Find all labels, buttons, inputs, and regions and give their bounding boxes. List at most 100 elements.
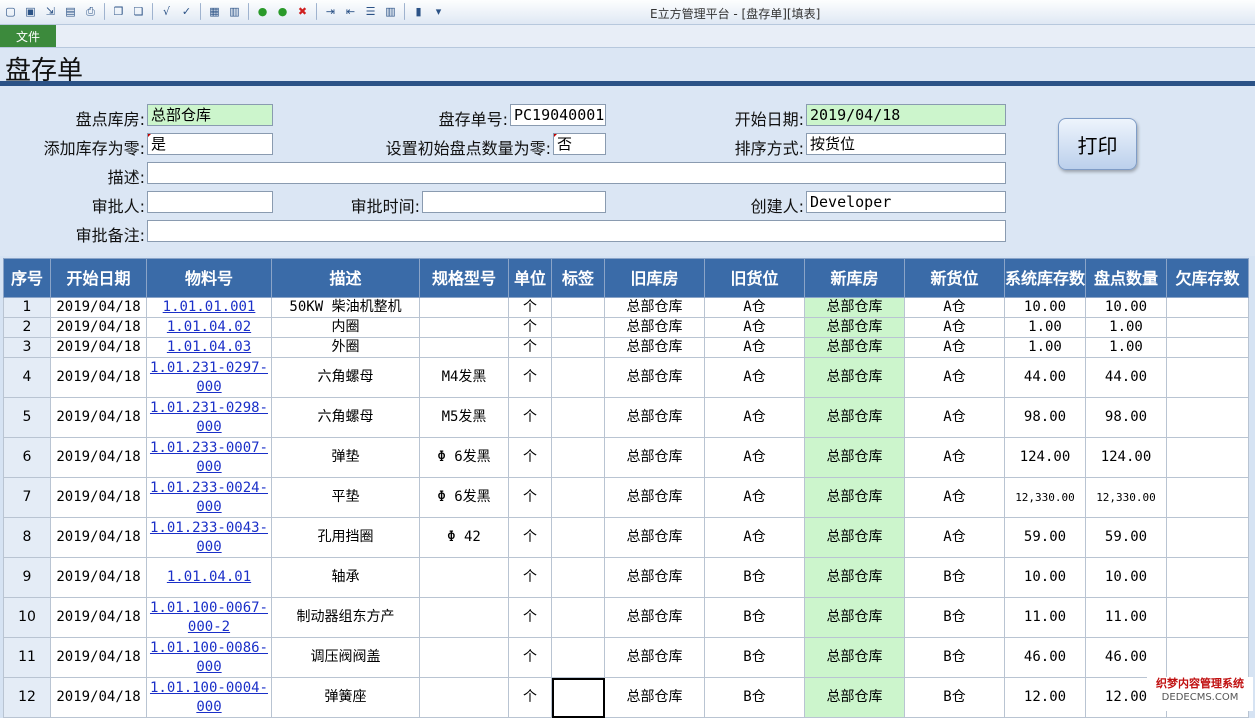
system-qty-cell[interactable]: 98.00 — [1004, 397, 1086, 438]
tag-cell[interactable] — [551, 597, 605, 638]
creator-field[interactable]: Developer — [806, 191, 1006, 213]
count-qty-cell[interactable]: 11.00 — [1085, 597, 1167, 638]
table-row[interactable]: 10 2019/04/18 1.01.100-0067-000-2 制动器组东方产 个 总… — [3, 597, 1249, 638]
dropdown-icon[interactable]: ▾ — [430, 3, 447, 20]
table-row[interactable]: 4 2019/04/18 1.01.231-0297-000 六角螺母 M4发黑个 总部仓… — [3, 357, 1249, 398]
system-qty-cell[interactable]: 59.00 — [1004, 517, 1086, 558]
system-qty-cell[interactable]: 11.00 — [1004, 597, 1086, 638]
shortage-cell[interactable] — [1166, 437, 1249, 478]
old-location-cell[interactable]: A仓 — [704, 397, 805, 438]
system-qty-cell[interactable]: 44.00 — [1004, 357, 1086, 398]
save-icon[interactable]: ▣ — [22, 3, 39, 20]
tag-cell[interactable] — [551, 557, 605, 598]
shortage-cell[interactable] — [1166, 517, 1249, 558]
old-warehouse-cell[interactable]: 总部仓库 — [604, 297, 705, 318]
old-location-cell[interactable]: A仓 — [704, 517, 805, 558]
table-row[interactable]: 11 2019/04/18 1.01.100-0086-000 调压阀阀盖个总部仓库 B… — [3, 637, 1249, 678]
system-qty-cell[interactable]: 10.00 — [1004, 557, 1086, 598]
new-warehouse-cell[interactable]: 总部仓库 — [804, 297, 905, 318]
shortage-cell[interactable] — [1166, 557, 1249, 598]
system-qty-cell[interactable]: 10.00 — [1004, 297, 1086, 318]
column-header[interactable]: 欠库存数 — [1166, 258, 1249, 298]
old-warehouse-cell[interactable]: 总部仓库 — [604, 357, 705, 398]
old-warehouse-cell[interactable]: 总部仓库 — [604, 337, 705, 358]
sort-field[interactable]: 按货位 — [806, 133, 1006, 155]
new-warehouse-cell[interactable]: 总部仓库 — [804, 437, 905, 478]
copy-window-icon[interactable]: ❐ — [110, 3, 127, 20]
old-location-cell[interactable]: A仓 — [704, 317, 805, 338]
new-location-cell[interactable]: B仓 — [904, 637, 1005, 678]
new-warehouse-cell[interactable]: 总部仓库 — [804, 637, 905, 678]
tag-cell[interactable] — [551, 317, 605, 338]
new-warehouse-cell[interactable]: 总部仓库 — [804, 557, 905, 598]
item-link[interactable]: 1.01.04.03 — [146, 337, 272, 358]
new-warehouse-cell[interactable]: 总部仓库 — [804, 357, 905, 398]
column-header[interactable]: 描述 — [271, 258, 420, 298]
new-warehouse-cell[interactable]: 总部仓库 — [804, 337, 905, 358]
old-warehouse-cell[interactable]: 总部仓库 — [604, 517, 705, 558]
export-icon[interactable]: ⇲ — [42, 3, 59, 20]
column-header[interactable]: 序号 — [3, 258, 51, 298]
old-location-cell[interactable]: A仓 — [704, 337, 805, 358]
new-location-cell[interactable]: A仓 — [904, 297, 1005, 318]
doc-no-field[interactable]: PC19040001 — [510, 104, 606, 126]
system-qty-cell[interactable]: 124.00 — [1004, 437, 1086, 478]
print-button[interactable]: 打印 — [1058, 118, 1137, 170]
old-location-cell[interactable]: A仓 — [704, 437, 805, 478]
column-header[interactable]: 旧货位 — [704, 258, 805, 298]
indent-icon[interactable]: ⇥ — [322, 3, 339, 20]
new-location-cell[interactable]: A仓 — [904, 357, 1005, 398]
old-warehouse-cell[interactable]: 总部仓库 — [604, 637, 705, 678]
old-warehouse-cell[interactable]: 总部仓库 — [604, 477, 705, 518]
report-icon[interactable]: ▥ — [226, 3, 243, 20]
count-qty-cell[interactable]: 1.00 — [1085, 337, 1167, 358]
column-header[interactable]: 盘点数量 — [1085, 258, 1167, 298]
outdent-icon[interactable]: ⇤ — [342, 3, 359, 20]
old-warehouse-cell[interactable]: 总部仓库 — [604, 557, 705, 598]
cancel-icon[interactable]: ✖ — [294, 3, 311, 20]
old-warehouse-cell[interactable]: 总部仓库 — [604, 597, 705, 638]
count-qty-cell[interactable]: 10.00 — [1085, 557, 1167, 598]
item-link[interactable]: 1.01.100-0067-000-2 — [146, 597, 272, 638]
column-header[interactable]: 旧库房 — [604, 258, 705, 298]
count-qty-cell[interactable]: 98.00 — [1085, 397, 1167, 438]
tag-cell[interactable] — [551, 297, 605, 318]
table-row[interactable]: 7 2019/04/18 1.01.233-0024-000 平垫 Φ 6发黑个 总部仓库… — [3, 477, 1249, 518]
add-zero-field[interactable]: 是 — [147, 133, 273, 155]
item-link[interactable]: 1.01.233-0043-000 — [146, 517, 272, 558]
old-location-cell[interactable]: A仓 — [704, 297, 805, 318]
new-location-cell[interactable]: B仓 — [904, 597, 1005, 638]
clipboard-icon[interactable]: ▦ — [206, 3, 223, 20]
shortage-cell[interactable] — [1166, 317, 1249, 338]
shortage-cell[interactable] — [1166, 597, 1249, 638]
shortage-cell[interactable] — [1166, 637, 1249, 678]
approve-time-field[interactable] — [422, 191, 606, 213]
table-row[interactable]: 1 2019/04/18 1.01.01.001 50KW 柴油机整机个总部仓库 A仓总… — [3, 297, 1249, 318]
item-link[interactable]: 1.01.04.02 — [146, 317, 272, 338]
table-row[interactable]: 3 2019/04/18 1.01.04.03 外圈个总部仓库 A仓 总部仓库 A仓 1.00… — [3, 337, 1249, 358]
table-row[interactable]: 5 2019/04/18 1.01.231-0298-000 六角螺母 M5发黑个 总部仓… — [3, 397, 1249, 438]
old-location-cell[interactable]: B仓 — [704, 597, 805, 638]
item-link[interactable]: 1.01.01.001 — [146, 297, 272, 318]
columns-icon[interactable]: ▥ — [382, 3, 399, 20]
column-header[interactable]: 标签 — [551, 258, 605, 298]
shortage-cell[interactable] — [1166, 477, 1249, 518]
new-location-cell[interactable]: A仓 — [904, 437, 1005, 478]
item-link[interactable]: 1.01.04.01 — [146, 557, 272, 598]
column-header[interactable]: 开始日期 — [50, 258, 147, 298]
count-qty-cell[interactable]: 46.00 — [1085, 637, 1167, 678]
system-qty-cell[interactable]: 46.00 — [1004, 637, 1086, 678]
shortage-cell[interactable] — [1166, 297, 1249, 318]
shortage-cell[interactable] — [1166, 397, 1249, 438]
column-header[interactable]: 新库房 — [804, 258, 905, 298]
shortage-cell[interactable] — [1166, 337, 1249, 358]
system-qty-cell[interactable]: 1.00 — [1004, 337, 1086, 358]
system-qty-cell[interactable]: 12,330.00 — [1004, 477, 1086, 518]
go-forward-icon[interactable]: ● — [254, 3, 271, 20]
start-date-field[interactable]: 2019/04/18 — [806, 104, 1006, 126]
item-link[interactable]: 1.01.233-0024-000 — [146, 477, 272, 518]
count-qty-cell[interactable]: 59.00 — [1085, 517, 1167, 558]
new-location-cell[interactable]: A仓 — [904, 477, 1005, 518]
table-row[interactable]: 9 2019/04/18 1.01.04.01 轴承个总部仓库 B仓 总部仓库 B仓 10.0… — [3, 557, 1249, 598]
count-qty-cell[interactable]: 44.00 — [1085, 357, 1167, 398]
